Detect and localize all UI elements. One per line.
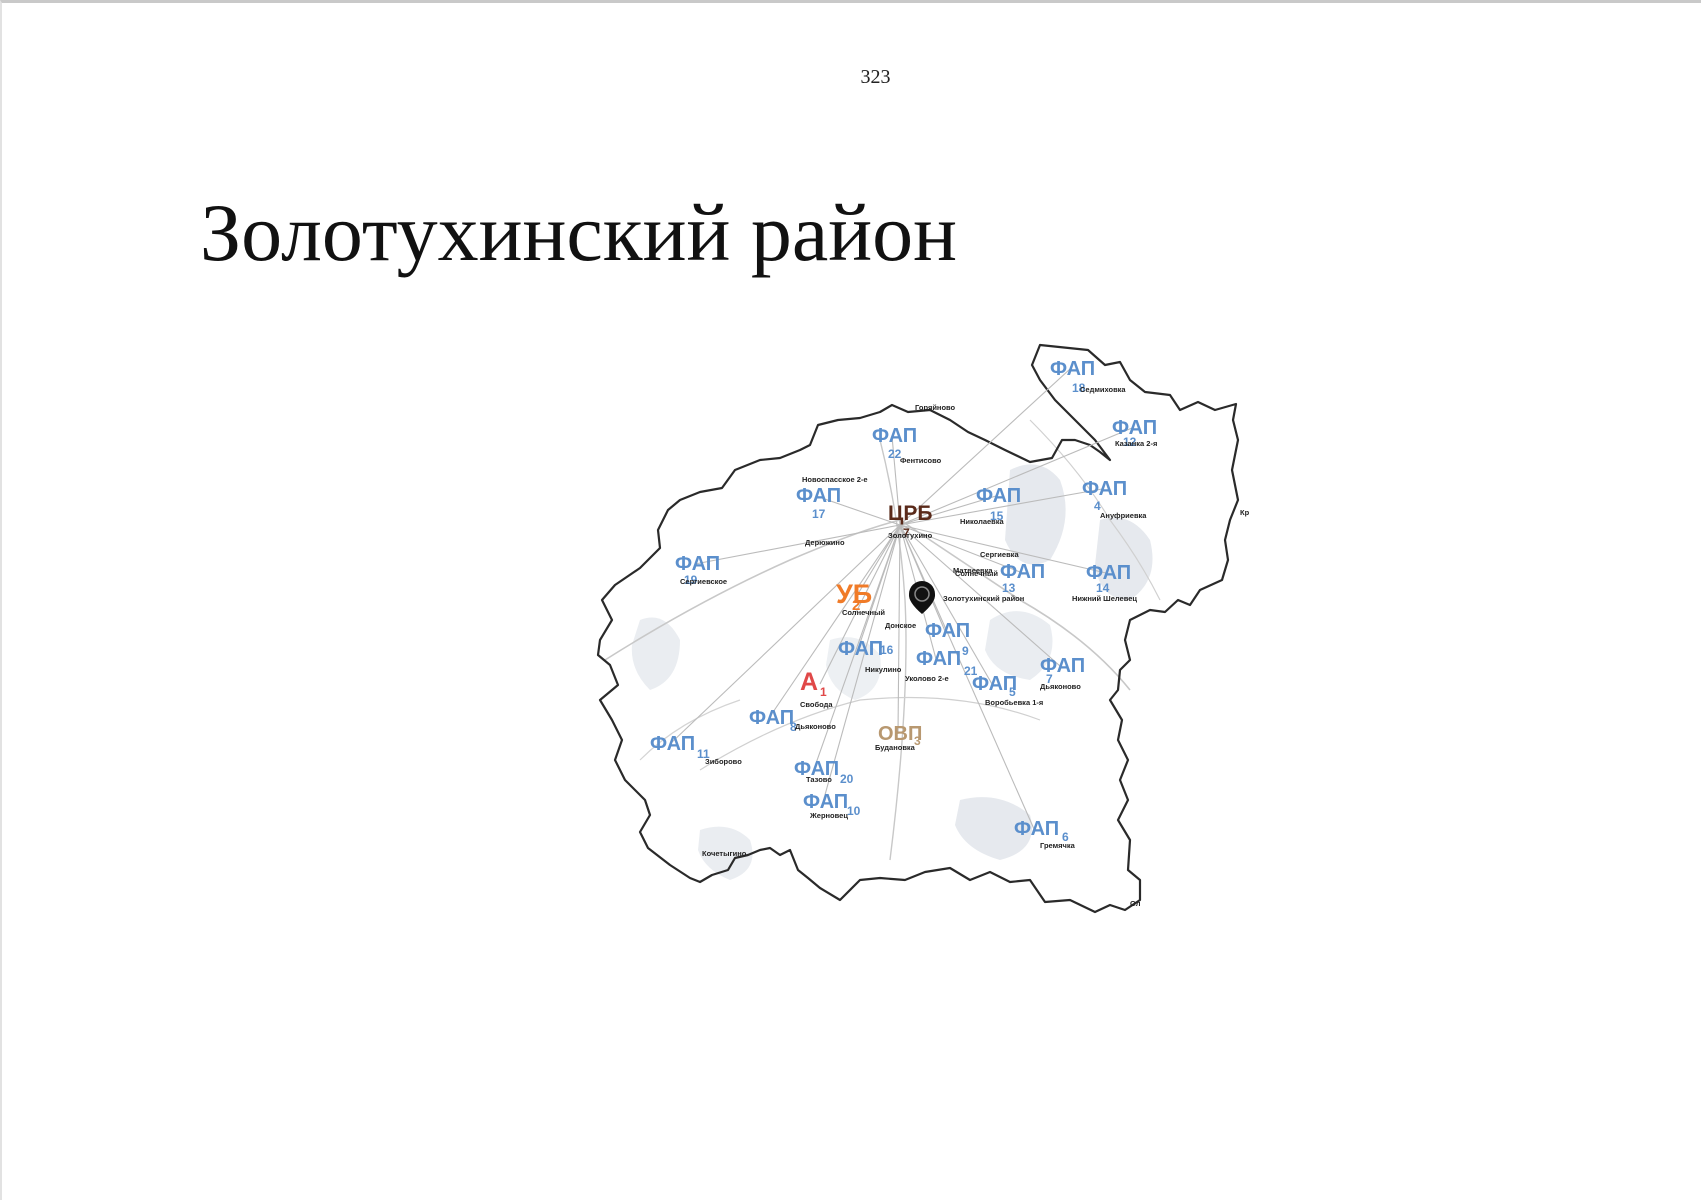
district-map: ФАП18СедмиховкаФАП12Казанка 2-яФАП22Фент… xyxy=(596,343,1250,914)
village-label: Сергиевское xyxy=(680,577,727,586)
facility-abbr: ФАП xyxy=(1000,561,1045,583)
facility-subscript: 20 xyxy=(840,772,854,786)
facility-fap17: ФАП17 Новоспасское 2-е xyxy=(796,475,868,521)
facility-fap19: ФАП19Сергиевское xyxy=(675,553,727,587)
facility-abbr: ФАП xyxy=(1050,358,1095,380)
village-label: Тазово xyxy=(806,775,832,784)
place-sp-edge: Кочетыгино xyxy=(702,849,747,858)
village-label: Золотухино xyxy=(888,531,933,540)
facility-abbr: ФАП xyxy=(675,553,720,575)
facility-fap4: ФАП4Ануфриевка xyxy=(1082,478,1147,520)
facility-abbr: ФАП xyxy=(916,648,961,670)
facility-subscript: 3 xyxy=(914,734,921,748)
facility-labels: ФАП18СедмиховкаФАП12Казанка 2-яФАП22Фент… xyxy=(650,358,1157,850)
village-label: Воробьевка 1-я xyxy=(985,698,1043,707)
facility-abbr: ФАП xyxy=(803,791,848,813)
facility-fap14: ФАП14Нижний Шелевец xyxy=(1072,562,1137,603)
facility-abbr: А xyxy=(800,668,818,696)
village-label: Свобода xyxy=(800,700,833,709)
village-label: Нижний Шелевец xyxy=(1072,594,1137,603)
location-pin-icon xyxy=(908,581,936,614)
facility-abbr: ФАП xyxy=(872,425,917,447)
facility-abbr: ФАП xyxy=(749,707,794,729)
facility-abbr: ФАП xyxy=(838,638,883,660)
facility-fap7: ФАП7Дьяконово xyxy=(1040,655,1085,691)
facility-abbr: ФАП xyxy=(650,733,695,755)
facility-subscript: 5 xyxy=(1009,685,1016,699)
link-line-fap19 xyxy=(694,524,901,565)
facility-abbr: ФАП xyxy=(796,485,841,507)
place-kr-edge: Кр xyxy=(1240,508,1250,517)
place-district-marker: Золотухинский район xyxy=(943,594,1024,603)
village-label: Будановка xyxy=(875,743,916,752)
village-label: Никулино xyxy=(865,665,902,674)
village-label: Седмиховка xyxy=(1080,385,1126,394)
village-label: Казанка 2-я xyxy=(1115,439,1157,448)
village-label: Уколово 2-е xyxy=(905,674,949,683)
facility-abbr: ФАП xyxy=(976,485,1021,507)
village-label: Жерновец xyxy=(809,811,848,820)
facility-fap10: ФАП10Жерновец xyxy=(803,791,861,820)
village-label: Солнечный xyxy=(842,608,885,617)
facility-subscript: 17 xyxy=(812,507,826,521)
facility-fap12: ФАП12Казанка 2-я xyxy=(1112,417,1157,449)
place-derjugino: Дерюжино xyxy=(805,538,845,547)
facility-subscript: 13 xyxy=(1002,581,1016,595)
facility-abbr: ФАП xyxy=(1014,818,1059,840)
place-materinovo: Матвеевка xyxy=(953,566,993,575)
village-label: Гремячка xyxy=(1040,841,1076,850)
place-gorjainovo: Горяйново xyxy=(915,403,956,412)
facility-fap22: ФАП22Фентисово xyxy=(872,425,942,465)
district-center-marker xyxy=(908,581,936,614)
facility-abbr: ФАП xyxy=(1082,478,1127,500)
village-label: Новоспасское 2-е xyxy=(802,475,868,484)
facility-subscript: 9 xyxy=(962,644,969,658)
facility-crb7: ЦРБ7Золотухино xyxy=(888,502,933,540)
village-label: Дьяконово xyxy=(1040,682,1081,691)
village-label: Ануфриевка xyxy=(1100,511,1147,520)
facility-subscript: 1 xyxy=(820,685,827,699)
facility-abbr: ФАП xyxy=(925,620,970,642)
village-label: Донское xyxy=(885,621,916,630)
place-ol-edge: Ол xyxy=(1130,899,1141,908)
facility-subscript: 10 xyxy=(847,804,861,818)
facility-subscript: 16 xyxy=(880,643,894,657)
village-label: Дьяконово xyxy=(795,722,836,731)
link-line-fap8 xyxy=(768,524,901,719)
facility-fap11: ФАП 11Зиборово xyxy=(650,733,742,766)
facility-abbr: ЦРБ xyxy=(888,502,932,525)
facility-subscript: 14 xyxy=(1096,581,1110,595)
village-label: Николаевка xyxy=(960,517,1005,526)
facility-fap20: ФАП 20Тазово xyxy=(794,758,854,786)
village-label: Зиборово xyxy=(705,757,742,766)
facility-ub2: УБ2Солнечный xyxy=(836,579,885,617)
facility-ovp3: ОВП3Будановка xyxy=(875,723,922,752)
village-label: Фентисово xyxy=(900,456,942,465)
place-sergievka: Сергиевка xyxy=(980,550,1019,559)
